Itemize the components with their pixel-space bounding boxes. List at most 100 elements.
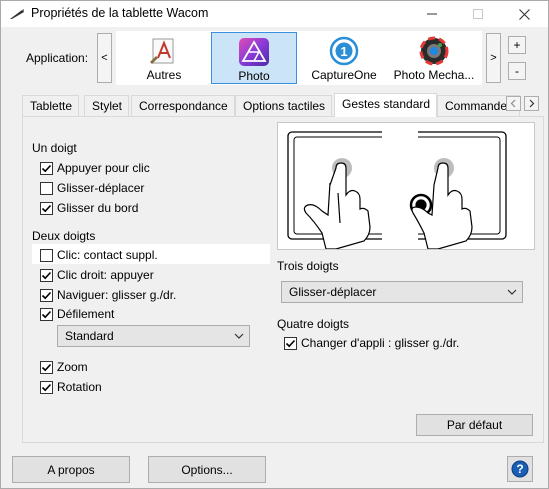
chevron-right-icon: > xyxy=(490,52,497,64)
checkbox-zoom[interactable]: Zoom xyxy=(40,358,88,376)
chevron-left-icon xyxy=(510,99,516,108)
app-tile-label: Photo Mecha... xyxy=(393,68,475,82)
checkbox-switch-app[interactable]: Changer d'appli : glisser g./dr. xyxy=(284,334,459,352)
app-scroll-left-button[interactable]: < xyxy=(97,33,112,83)
chevron-down-icon xyxy=(234,333,244,339)
checkbox-rotation[interactable]: Rotation xyxy=(40,378,102,396)
tab-label: Gestes standard xyxy=(342,97,431,111)
button-label: Options... xyxy=(181,462,233,477)
select-value: Glisser-déplacer xyxy=(289,285,377,299)
photo-mechanic-icon xyxy=(419,36,449,66)
application-list: Autres Photo 1 CaptureOne Photo Mecha... xyxy=(116,31,482,85)
add-application-button[interactable]: + xyxy=(508,36,526,54)
left-hand-icon xyxy=(303,158,371,250)
tab-scroll-right-button[interactable] xyxy=(524,96,539,111)
affinity-photo-icon xyxy=(239,38,269,66)
checkbox-extra-contact-click[interactable]: Clic: contact suppl. xyxy=(40,246,158,264)
checkbox-label: Défilement xyxy=(57,307,115,321)
chevron-down-icon xyxy=(507,289,517,295)
title-bar: Propriétés de la tablette Wacom xyxy=(1,1,548,27)
checkbox-box[interactable] xyxy=(40,161,53,175)
app-tile-captureone[interactable]: 1 CaptureOne xyxy=(306,32,382,84)
chevron-right-icon xyxy=(529,99,535,108)
checkbox-edge-swipe[interactable]: Glisser du bord xyxy=(40,199,138,217)
two-finger-gesture-illustration xyxy=(287,123,507,250)
minimize-button[interactable] xyxy=(409,1,455,27)
tab-label: Correspondance xyxy=(139,99,228,113)
app-tile-photo[interactable]: Photo xyxy=(211,32,297,84)
checkmark-icon xyxy=(41,310,52,318)
checkbox-box[interactable] xyxy=(40,248,53,262)
checkbox-box[interactable] xyxy=(40,288,53,302)
maximize-icon xyxy=(473,9,483,19)
tab-options-tactiles[interactable]: Options tactiles xyxy=(235,95,333,116)
tab-label: Options tactiles xyxy=(243,99,326,113)
scroll-mode-select[interactable]: Standard xyxy=(57,325,250,347)
app-tile-autres[interactable]: Autres xyxy=(126,32,202,84)
checkbox-drag[interactable]: Glisser-déplacer xyxy=(40,179,144,197)
checkbox-box[interactable] xyxy=(40,380,53,394)
application-label: Application: xyxy=(26,51,89,65)
close-button[interactable] xyxy=(501,1,547,27)
checkbox-tap-to-click[interactable]: Appuyer pour clic xyxy=(40,159,150,177)
wacom-properties-window: Propriétés de la tablette Wacom Applicat… xyxy=(0,0,549,489)
checkbox-navigate[interactable]: Naviguer: glisser g./dr. xyxy=(40,286,176,304)
checkbox-label: Glisser-déplacer xyxy=(57,181,145,195)
checkbox-label: Changer d'appli : glisser g./dr. xyxy=(301,336,460,350)
checkmark-icon xyxy=(41,363,52,371)
minimize-icon xyxy=(427,13,437,15)
checkmark-icon xyxy=(285,339,296,347)
about-button[interactable]: A propos xyxy=(12,456,130,483)
app-tile-label: Autres xyxy=(146,68,182,82)
checkbox-box[interactable] xyxy=(40,201,53,215)
checkbox-label: Glisser du bord xyxy=(57,201,139,215)
default-button[interactable]: Par défaut xyxy=(416,414,533,436)
checkmark-icon xyxy=(41,383,52,391)
checkbox-box[interactable] xyxy=(284,336,297,350)
checkbox-box[interactable] xyxy=(40,268,53,282)
button-label: A propos xyxy=(47,462,95,477)
help-button[interactable]: ? xyxy=(507,456,533,482)
window-title: Propriétés de la tablette Wacom xyxy=(31,6,209,20)
generic-app-icon xyxy=(150,38,174,64)
pen-icon xyxy=(10,9,24,19)
button-label: Par défaut xyxy=(446,418,503,432)
checkmark-icon xyxy=(41,164,52,172)
checkbox-label: Naviguer: glisser g./dr. xyxy=(57,288,177,302)
tab-gestes-standard[interactable]: Gestes standard xyxy=(334,93,438,117)
maximize-button[interactable] xyxy=(455,1,501,27)
chevron-left-icon: < xyxy=(101,52,108,64)
checkmark-icon xyxy=(41,291,52,299)
checkmark-icon xyxy=(41,271,52,279)
app-tile-label: Photo xyxy=(238,69,270,83)
app-scroll-right-button[interactable]: > xyxy=(486,33,501,83)
app-tile-photo-mechanic[interactable]: Photo Mecha... xyxy=(389,32,479,84)
tab-label: Stylet xyxy=(92,99,123,113)
checkbox-label: Clic droit: appuyer xyxy=(57,268,154,282)
gesture-preview-image xyxy=(277,122,535,250)
options-button[interactable]: Options... xyxy=(148,456,266,483)
three-finger-action-select[interactable]: Glisser-déplacer xyxy=(281,281,523,303)
application-bar: Application: < Autres Photo 1 CaptureOne… xyxy=(1,27,548,91)
checkbox-box[interactable] xyxy=(40,307,53,321)
tab-tablette[interactable]: Tablette xyxy=(22,95,80,116)
tab-stylet[interactable]: Stylet xyxy=(84,95,130,116)
right-hand-icon xyxy=(409,158,473,250)
checkmark-icon xyxy=(41,204,52,212)
checkbox-label: Appuyer pour clic xyxy=(57,161,150,175)
tab-scroll-left-button[interactable] xyxy=(506,96,521,111)
tab-correspondance[interactable]: Correspondance xyxy=(131,95,235,116)
section-header-one-finger: Un doigt xyxy=(32,141,77,155)
app-tile-label: CaptureOne xyxy=(311,68,377,82)
remove-application-button[interactable]: - xyxy=(508,62,526,80)
select-value: Standard xyxy=(65,329,114,343)
checkbox-scroll[interactable]: Défilement xyxy=(40,305,114,323)
checkbox-box[interactable] xyxy=(40,360,53,374)
checkbox-right-click[interactable]: Clic droit: appuyer xyxy=(40,266,154,284)
minus-icon: - xyxy=(515,64,519,78)
svg-text:?: ? xyxy=(516,462,523,476)
section-header-two-fingers: Deux doigts xyxy=(32,229,96,243)
svg-text:1: 1 xyxy=(340,44,347,59)
checkbox-box[interactable] xyxy=(40,181,53,195)
tab-label: Commande xyxy=(445,99,508,113)
